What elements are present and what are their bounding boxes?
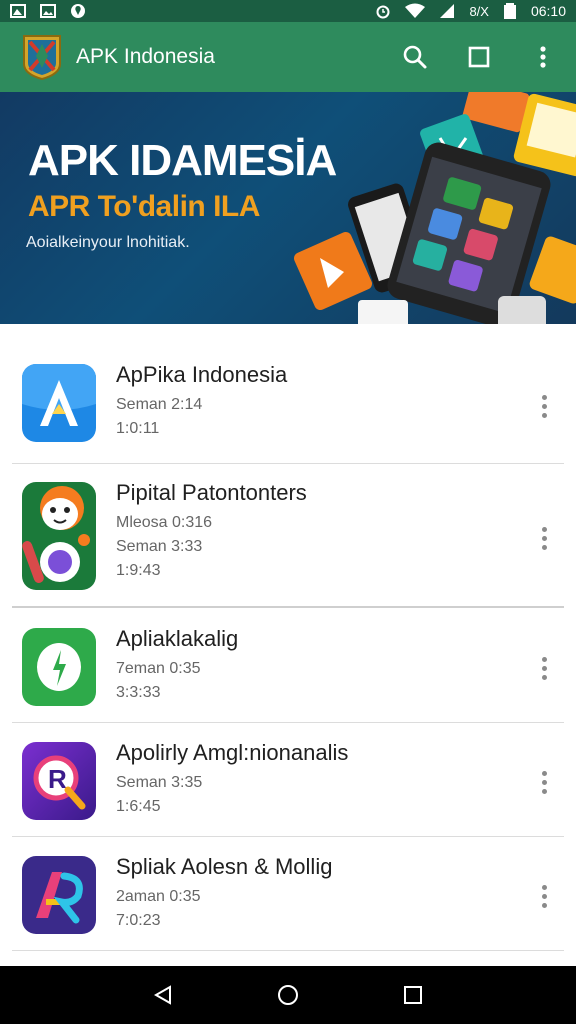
promo-banner[interactable]: APK IDAMESİA APR To'dalin ILA Aoialkeiny…	[0, 92, 576, 324]
svg-text:R: R	[48, 764, 67, 794]
home-icon	[277, 985, 298, 1005]
item-overflow-button[interactable]	[532, 650, 556, 686]
app-meta-line: 1:9:43	[116, 562, 161, 579]
list-divider	[12, 950, 564, 951]
appika-app-icon	[22, 364, 96, 442]
item-overflow-button[interactable]	[532, 520, 556, 556]
cell-signal-icon	[439, 3, 455, 19]
apolirly-app-icon: R	[22, 742, 96, 820]
status-bar: 8/X 06:10	[0, 0, 576, 22]
app-meta-line: Seman 2:14	[116, 396, 203, 413]
square-icon	[468, 46, 490, 68]
item-overflow-button[interactable]	[532, 388, 556, 424]
back-icon	[153, 985, 171, 1005]
photo-icon	[10, 4, 26, 18]
app-meta-line: 7:0:23	[116, 912, 161, 929]
system-nav-bar	[0, 966, 576, 1024]
list-item[interactable]: Spliak Aolesn & Mollig 2aman 0:35 7:0:23	[12, 854, 564, 954]
list-divider	[12, 722, 564, 723]
list-item-text: Apliaklakalig 7eman 0:35 3:3:33	[116, 626, 238, 708]
item-overflow-button[interactable]	[532, 764, 556, 800]
list-item[interactable]: ApPika Indonesia Seman 2:14 1:0:11	[12, 362, 564, 462]
app-meta-line: 3:3:33	[116, 684, 161, 701]
banner-devices-illustration	[293, 92, 576, 324]
home-button[interactable]	[266, 973, 310, 1017]
app-title: APK Indonesia	[76, 45, 215, 68]
banner-subtitle: APR To'dalin ILA	[28, 190, 260, 223]
spliak-app-icon	[22, 856, 96, 934]
app-meta-line: Seman 3:35	[116, 774, 203, 791]
list-item-text: Apolirly Amgl:nionanalis Seman 3:35 1:6:…	[116, 740, 348, 822]
banner-tagline: Aoialkeinyour lnohitiak.	[26, 234, 190, 251]
list-item[interactable]: R Apolirly Amgl:nionanalis Seman 3:35 1:…	[12, 740, 564, 840]
recents-icon	[404, 986, 423, 1004]
signal-text: 8/X	[469, 3, 489, 19]
status-right-icons: 8/X 06:10	[375, 3, 566, 19]
image-icon	[40, 4, 56, 18]
list-divider	[12, 606, 564, 608]
app-bar: APK Indonesia	[0, 22, 576, 92]
app-name: Apliaklakalig	[116, 626, 239, 651]
list-item[interactable]: Pipital Patontonters Mleosa 0:316 Seman …	[12, 480, 564, 606]
apliaklakalig-app-icon	[22, 628, 96, 706]
app-actions	[398, 40, 560, 74]
list-item-text: Spliak Aolesn & Mollig 2aman 0:35 7:0:23	[116, 854, 332, 936]
status-time: 06:10	[530, 3, 566, 19]
app-meta-line: Seman 3:33	[116, 538, 203, 555]
battery-icon	[503, 3, 517, 19]
app-logo	[22, 34, 62, 81]
app-name: ApPika Indonesia	[116, 362, 288, 387]
app-name: Spliak Aolesn & Mollig	[116, 854, 333, 879]
app-meta-line: 7eman 0:35	[116, 660, 201, 677]
list-item[interactable]: Apliaklakalig 7eman 0:35 3:3:33	[12, 626, 564, 726]
wifi-icon	[405, 3, 426, 19]
item-overflow-button[interactable]	[532, 878, 556, 914]
alarm-icon	[375, 3, 391, 19]
list-item-text: ApPika Indonesia Seman 2:14 1:0:11	[116, 362, 287, 444]
search-button[interactable]	[398, 40, 432, 74]
app-meta-line: Mleosa 0:316	[116, 514, 213, 531]
window-button[interactable]	[462, 40, 496, 74]
search-icon	[403, 45, 427, 69]
recents-button[interactable]	[391, 973, 435, 1017]
list-item-text: Pipital Patontonters Mleosa 0:316 Seman …	[116, 480, 307, 586]
location-pin-icon	[70, 3, 86, 19]
app-name: Pipital Patontonters	[116, 480, 307, 505]
status-left-icons	[10, 3, 86, 19]
app-list: ApPika Indonesia Seman 2:14 1:0:11 Pipit	[0, 324, 576, 966]
back-button[interactable]	[141, 973, 185, 1017]
app-name: Apolirly Amgl:nionanalis	[116, 740, 349, 765]
pipital-app-icon	[22, 482, 96, 590]
app-meta-line: 1:0:11	[116, 420, 160, 437]
more-options-button[interactable]	[526, 40, 560, 74]
app-meta-line: 1:6:45	[116, 798, 161, 815]
list-divider	[12, 836, 564, 837]
more-vert-icon	[540, 46, 546, 68]
list-divider	[12, 463, 564, 464]
app-meta-line: 2aman 0:35	[116, 888, 201, 905]
